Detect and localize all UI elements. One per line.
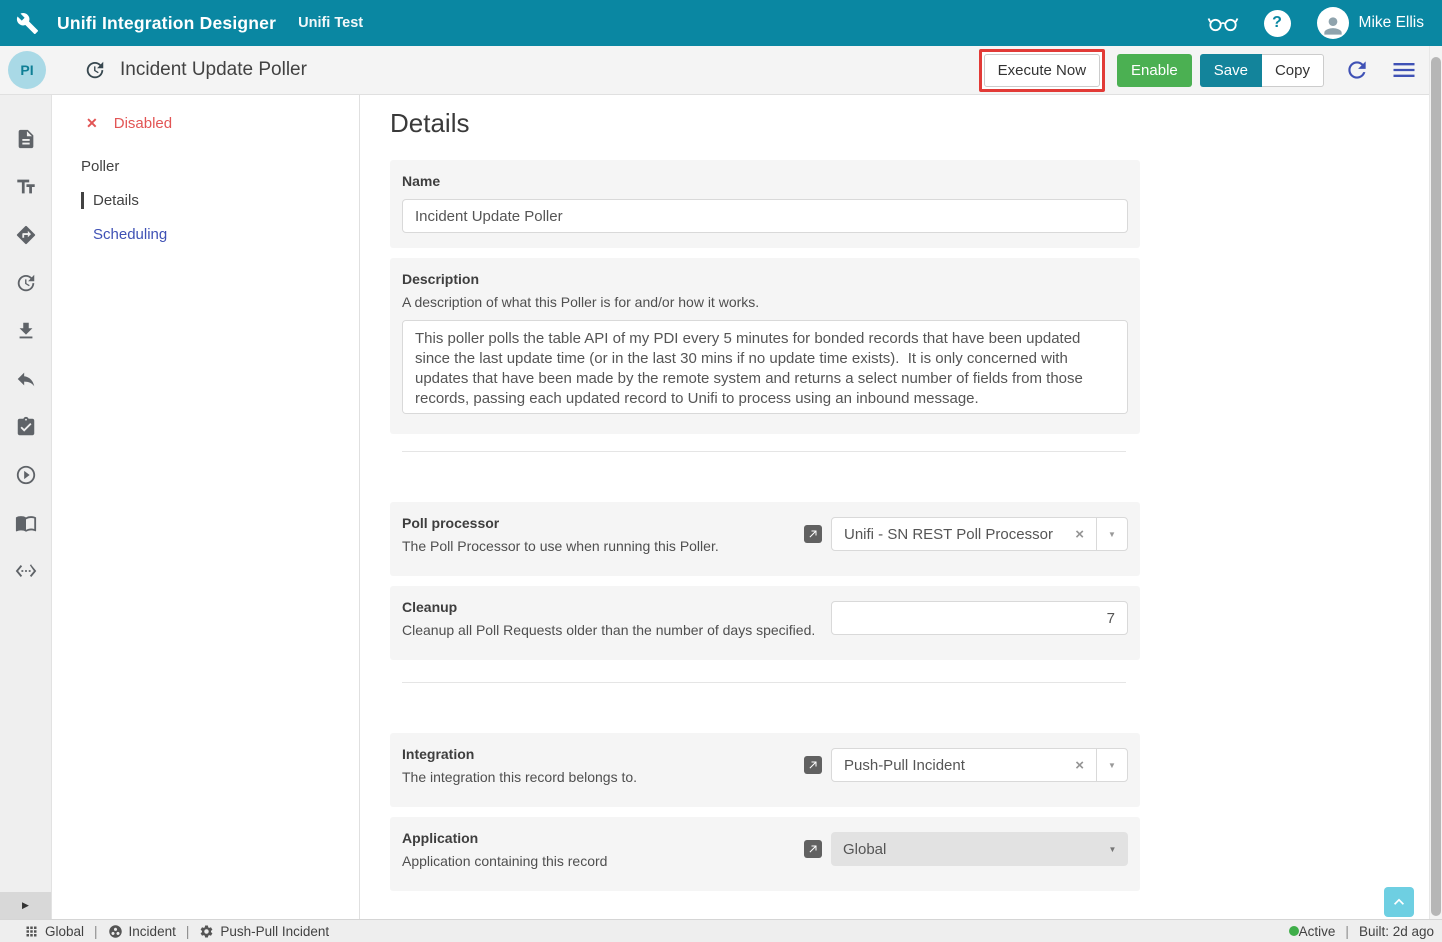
integration-field-group: Integration The integration this record … xyxy=(390,733,1140,807)
app-title: Unifi Integration Designer xyxy=(57,13,276,34)
document-icon[interactable] xyxy=(0,115,52,163)
active-status-dot xyxy=(1289,926,1299,936)
menu-icon[interactable] xyxy=(1390,56,1418,84)
cleanup-help: Cleanup all Poll Requests older than the… xyxy=(402,622,815,638)
top-app-bar: Unifi Integration Designer Unifi Test ? … xyxy=(0,0,1442,46)
gear-icon xyxy=(201,925,213,937)
page-scrollbar[interactable] xyxy=(1429,46,1442,919)
cleanup-field-group: Cleanup Cleanup all Poll Requests older … xyxy=(390,586,1140,660)
description-textarea[interactable]: This poller polls the table API of my PD… xyxy=(402,320,1128,414)
poll-processor-select[interactable]: Unifi - SN REST Poll Processor × ▼ xyxy=(831,517,1128,551)
application-help: Application containing this record xyxy=(402,853,607,869)
record-status-label: Disabled xyxy=(114,115,172,132)
build-status: Active | Built: 2d ago xyxy=(1289,924,1434,939)
cleanup-input[interactable] xyxy=(831,601,1128,635)
save-copy-group: Save Copy xyxy=(1200,54,1324,87)
scope-item[interactable]: Global xyxy=(24,924,84,939)
text-fields-icon[interactable] xyxy=(0,163,52,211)
description-label: Description xyxy=(402,271,1128,287)
code-icon[interactable] xyxy=(0,547,52,595)
help-icon[interactable]: ? xyxy=(1264,10,1291,37)
description-help: A description of what this Poller is for… xyxy=(402,294,1128,310)
nav-item-details[interactable]: Details xyxy=(81,192,359,209)
clear-icon[interactable]: × xyxy=(1071,757,1096,774)
copy-button[interactable]: Copy xyxy=(1262,54,1324,87)
play-circle-icon[interactable] xyxy=(0,451,52,499)
process-item[interactable]: Incident xyxy=(108,924,176,939)
process-label: Incident xyxy=(129,924,176,939)
scrollbar-thumb[interactable] xyxy=(1431,57,1441,916)
name-label: Name xyxy=(402,173,1128,189)
application-value: Global xyxy=(831,841,1097,858)
integration-select[interactable]: Push-Pull Incident × ▼ xyxy=(831,748,1128,782)
environment-name: Unifi Test xyxy=(298,15,363,31)
open-reference-icon[interactable] xyxy=(804,840,822,858)
app-window: Unifi Integration Designer Unifi Test ? … xyxy=(0,0,1442,942)
wrench-logo-icon xyxy=(16,12,39,35)
chevron-up-icon xyxy=(1394,899,1404,905)
name-field-group: Name xyxy=(390,160,1140,248)
active-label: Active xyxy=(1299,924,1336,939)
chevron-down-icon[interactable]: ▼ xyxy=(1096,518,1127,550)
page-title: Details xyxy=(390,108,1442,139)
open-reference-icon[interactable] xyxy=(804,756,822,774)
integration-value: Push-Pull Incident xyxy=(832,757,1071,774)
task-check-icon[interactable] xyxy=(0,403,52,451)
user-avatar[interactable] xyxy=(1317,7,1349,39)
book-icon[interactable] xyxy=(0,499,52,547)
incident-icon xyxy=(109,925,122,938)
disabled-x-icon: ✕ xyxy=(86,115,98,132)
rail-expand-button[interactable]: ▶ xyxy=(0,892,51,919)
reply-icon[interactable] xyxy=(0,355,52,403)
cleanup-label: Cleanup xyxy=(402,599,815,615)
integration-label: Integration xyxy=(402,746,637,762)
application-label: Application xyxy=(402,830,607,846)
chevron-down-icon: ▼ xyxy=(1097,832,1128,866)
application-select: Global ▼ xyxy=(831,832,1128,866)
glasses-icon[interactable] xyxy=(1206,11,1240,35)
scroll-to-top-button[interactable] xyxy=(1384,887,1414,917)
separator: | xyxy=(94,924,98,939)
user-name: Mike Ellis xyxy=(1359,14,1424,32)
built-label: Built: 2d ago xyxy=(1359,924,1434,939)
chevron-down-icon[interactable]: ▼ xyxy=(1096,749,1127,781)
update-icon[interactable] xyxy=(0,259,52,307)
record-status: ✕ Disabled xyxy=(52,115,359,132)
nav-section-poller: Poller xyxy=(52,158,359,175)
execute-now-highlight: Execute Now xyxy=(979,49,1105,92)
scope-label: Global xyxy=(45,924,84,939)
clear-icon[interactable]: × xyxy=(1071,526,1096,543)
open-reference-icon[interactable] xyxy=(804,525,822,543)
status-bar: Global | Incident | Push-Pull Incident A… xyxy=(0,919,1442,942)
poll-processor-help: The Poll Processor to use when running t… xyxy=(402,538,719,554)
poll-processor-field-group: Poll processor The Poll Processor to use… xyxy=(390,502,1140,576)
execute-now-button[interactable]: Execute Now xyxy=(984,54,1100,87)
integration-help: The integration this record belongs to. xyxy=(402,769,637,785)
integration-item[interactable]: Push-Pull Incident xyxy=(199,924,329,939)
record-avatar[interactable]: PI xyxy=(8,51,46,89)
record-title: Incident Update Poller xyxy=(120,59,307,81)
download-icon[interactable] xyxy=(0,307,52,355)
poll-processor-label: Poll processor xyxy=(402,515,719,531)
icon-rail: ▶ xyxy=(0,95,52,919)
integration-label: Push-Pull Incident xyxy=(220,924,329,939)
section-divider xyxy=(402,451,1126,452)
details-form: Details Name Description A description o… xyxy=(360,95,1442,919)
application-field-group: Application Application containing this … xyxy=(390,817,1140,891)
separator: | xyxy=(186,924,190,939)
directions-icon[interactable] xyxy=(0,211,52,259)
description-field-group: Description A description of what this P… xyxy=(390,258,1140,434)
record-toolbar: PI Incident Update Poller Execute Now En… xyxy=(0,46,1442,95)
record-nav-panel: ✕ Disabled Poller Details Scheduling xyxy=(52,95,360,919)
refresh-button[interactable] xyxy=(1344,57,1370,83)
poller-type-icon xyxy=(84,59,106,81)
poll-processor-value: Unifi - SN REST Poll Processor xyxy=(832,526,1071,543)
section-divider xyxy=(402,682,1126,683)
save-button[interactable]: Save xyxy=(1200,54,1262,87)
apps-grid-icon xyxy=(27,926,37,936)
name-input[interactable] xyxy=(402,199,1128,233)
enable-button[interactable]: Enable xyxy=(1117,54,1192,87)
nav-item-scheduling[interactable]: Scheduling xyxy=(81,226,359,243)
separator: | xyxy=(1345,924,1349,939)
